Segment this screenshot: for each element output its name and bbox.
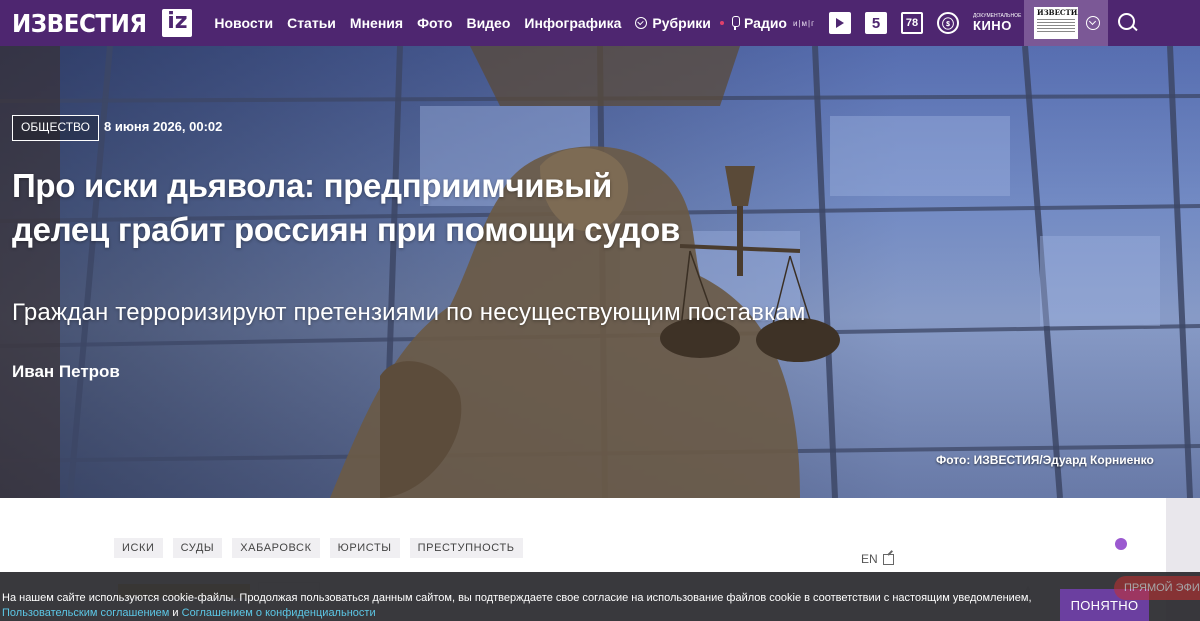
external-link-icon [882, 553, 894, 565]
cookie-and: и [169, 607, 182, 619]
radio-stations: и|м|г [792, 18, 816, 28]
tag-item[interactable]: ЮРИСТЫ [329, 538, 400, 558]
nav-item-opinions[interactable]: Мнения [350, 15, 403, 31]
hero-photo [0, 46, 1200, 498]
site-logo[interactable]: ИЗВЕСТИЯ iz [12, 0, 193, 46]
article-author[interactable]: Иван Петров [12, 362, 120, 382]
channel-5-link[interactable]: 5 [865, 12, 888, 34]
newspaper-label: ИЗВЕСТИЯ [1037, 8, 1078, 17]
kino-link[interactable]: ДОКУМЕНТАЛЬНОЕ КИНО [973, 14, 1021, 33]
article-subtitle: Граждан терроризируют претензиями по нес… [12, 299, 806, 326]
top-navigation-bar: ИЗВЕСТИЯ iz Новости Статьи Мнения Фото В… [0, 0, 1200, 46]
newspaper-switcher[interactable]: ИЗВЕСТИЯ [1024, 0, 1108, 46]
newspaper-icon: ИЗВЕСТИЯ [1034, 7, 1078, 39]
chevron-down-icon [1086, 16, 1100, 30]
tag-list: ИСКИ СУДЫ ХАБАРОВСК ЮРИСТЫ ПРЕСТУПНОСТЬ [114, 538, 523, 558]
tag-item[interactable]: СУДЫ [172, 538, 223, 558]
channel-play-icon[interactable] [829, 12, 852, 34]
main-nav: Новости Статьи Мнения Фото Видео Инфогра… [214, 15, 711, 31]
rubriki-label: Рубрики [652, 15, 711, 31]
publish-date: 8 июня 2026, 00:02 [104, 119, 223, 134]
logo-iz-badge: iz [162, 9, 193, 37]
tag-item[interactable]: ИСКИ [114, 538, 163, 558]
search-icon[interactable] [1118, 13, 1138, 33]
article-title: Про иски дьявола: предприимчивый делец г… [12, 167, 680, 248]
nav-item-rubriki[interactable]: Рубрики [635, 15, 711, 31]
privacy-agreement-link[interactable]: Соглашением о конфиденциальности [182, 607, 376, 619]
cookie-banner: На нашем сайте используются cookie-файлы… [0, 572, 1200, 621]
photo-credit: Фото: ИЗВЕСТИЯ/Эдуард Корниенко [936, 453, 1154, 467]
channel-78-link[interactable]: 78 [901, 12, 924, 34]
radio-link[interactable]: Радио и|м|г [720, 15, 815, 31]
nav-item-news[interactable]: Новости [214, 15, 273, 31]
rubriki-check-icon [635, 17, 648, 29]
user-agreement-link[interactable]: Пользовательским соглашением [2, 607, 169, 619]
radio-label: Радио [744, 15, 787, 31]
cookie-text: На нашем сайте используются cookie-файлы… [2, 591, 1032, 621]
kino-label: КИНО [973, 18, 1012, 33]
nav-item-photo[interactable]: Фото [417, 15, 452, 31]
cookie-message: На нашем сайте используются cookie-файлы… [2, 592, 1032, 604]
microphone-icon [730, 16, 740, 30]
notification-dot[interactable] [1115, 538, 1127, 550]
en-label: EN [861, 552, 878, 566]
category-badge[interactable]: Общество [12, 115, 99, 141]
live-broadcast-button[interactable]: ПРЯМОЙ ЭФИР [1114, 576, 1200, 600]
live-dot-icon [720, 21, 724, 25]
nav-item-infographics[interactable]: Инфографика [524, 15, 621, 31]
nav-item-video[interactable]: Видео [466, 15, 510, 31]
tag-item[interactable]: ПРЕСТУПНОСТЬ [409, 538, 523, 558]
english-version-link[interactable]: EN [861, 552, 894, 566]
channel-round-icon[interactable]: ⓢ [937, 12, 960, 34]
nav-item-articles[interactable]: Статьи [287, 15, 336, 31]
article-hero: Общество 8 июня 2026, 00:02 Про иски дья… [0, 46, 1200, 498]
tag-item[interactable]: ХАБАРОВСК [232, 538, 320, 558]
media-links: Радио и|м|г 5 78 ⓢ ДОКУМЕНТАЛЬНОЕ КИНО [720, 0, 1021, 46]
logo-text: ИЗВЕСТИЯ [12, 8, 147, 38]
